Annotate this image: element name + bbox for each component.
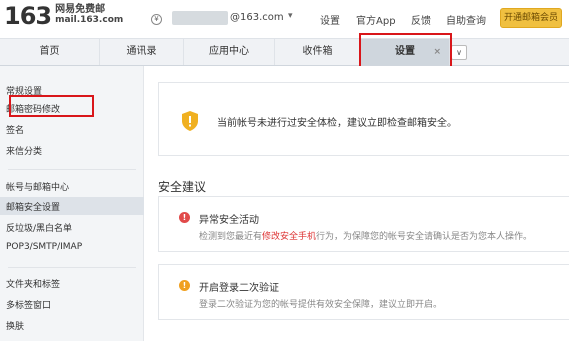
- nav-tabs: 首页 通讯录 应用中心 收件箱 设置 × ∨: [0, 38, 569, 66]
- notice-text: 当前帐号未进行过安全体检，建议立即检查邮箱安全。: [217, 118, 457, 129]
- sidebar-item-folders[interactable]: 文件夹和标签: [6, 277, 60, 290]
- alert-icon: !: [179, 212, 190, 223]
- sidebar-item-signature[interactable]: 签名: [6, 123, 24, 136]
- sidebar-item-security[interactable]: 邮箱安全设置: [6, 200, 60, 213]
- logo-domain: mail.163.com: [55, 15, 124, 25]
- tab-inbox[interactable]: 收件箱: [275, 39, 361, 65]
- card-desc-text: 检测到您最近有: [199, 232, 263, 242]
- logo[interactable]: 163 网易免费邮 mail.163.com: [4, 4, 123, 28]
- card-desc-highlight[interactable]: 修改安全手机: [262, 232, 316, 242]
- security-card-abnormal[interactable]: ! 异常安全活动 检测到您最近有修改安全手机行为，为保障您的帐号安全请确认是否为…: [158, 196, 569, 252]
- feedback-link[interactable]: 反馈: [411, 12, 431, 27]
- more-tabs-chevron-icon[interactable]: ∨: [451, 45, 467, 60]
- main-content: 当前帐号未进行过安全体检，建议立即检查邮箱安全。 安全建议 ! 异常安全活动 检…: [145, 66, 569, 341]
- settings-link[interactable]: 设置: [320, 12, 340, 27]
- shield-icon: [182, 111, 198, 131]
- tab-home[interactable]: 首页: [0, 39, 100, 65]
- section-title: 安全建议: [158, 180, 207, 194]
- tab-app-center[interactable]: 应用中心: [184, 39, 275, 65]
- card-desc: 检测到您最近有修改安全手机行为，为保障您的帐号安全请确认是否为您本人操作。: [199, 229, 532, 242]
- account-name-blurred[interactable]: [172, 11, 228, 25]
- sidebar-item-mail-filter[interactable]: 来信分类: [6, 144, 42, 157]
- tab-contacts[interactable]: 通讯录: [100, 39, 184, 65]
- card-title: 开启登录二次验证: [199, 283, 279, 294]
- card-desc-text: 行为，为保障您的帐号安全请确认是否为您本人操作。: [316, 232, 533, 242]
- warning-icon: !: [179, 280, 190, 291]
- self-service-link[interactable]: 自助查询: [446, 12, 486, 27]
- sidebar-item-pop3[interactable]: POP3/SMTP/IMAP: [6, 242, 82, 252]
- logo-name: 网易免费邮: [55, 4, 106, 15]
- sidebar-item-antispam[interactable]: 反垃圾/黑白名单: [6, 221, 72, 234]
- sidebar-item-account-center[interactable]: 帐号与邮箱中心: [6, 180, 69, 193]
- sidebar-item-multi-tab[interactable]: 多标签窗口: [6, 298, 51, 311]
- header: 163 网易免费邮 mail.163.com ¥ @163.com ▾ 设置 官…: [0, 0, 569, 36]
- email-suffix[interactable]: @163.com: [230, 12, 284, 23]
- vip-button[interactable]: 开通邮箱会员: [500, 8, 562, 28]
- chevron-down-icon[interactable]: ▾: [288, 11, 293, 21]
- card-title: 异常安全活动: [199, 215, 259, 226]
- highlight-box-password-item: [9, 95, 94, 117]
- security-card-2fa[interactable]: ! 开启登录二次验证 登录二次验证为您的帐号提供有效安全保障，建议立即开启。: [158, 264, 569, 320]
- security-notice: 当前帐号未进行过安全体检，建议立即检查邮箱安全。: [158, 82, 569, 156]
- coin-icon[interactable]: ¥: [151, 14, 162, 25]
- logo-number: 163: [4, 2, 52, 30]
- sidebar-divider: [8, 267, 136, 268]
- sidebar-item-skin[interactable]: 换肤: [6, 319, 24, 332]
- card-desc: 登录二次验证为您的帐号提供有效安全保障，建议立即开启。: [199, 300, 443, 310]
- official-app-link[interactable]: 官方App: [356, 12, 396, 27]
- sidebar-divider: [8, 169, 136, 170]
